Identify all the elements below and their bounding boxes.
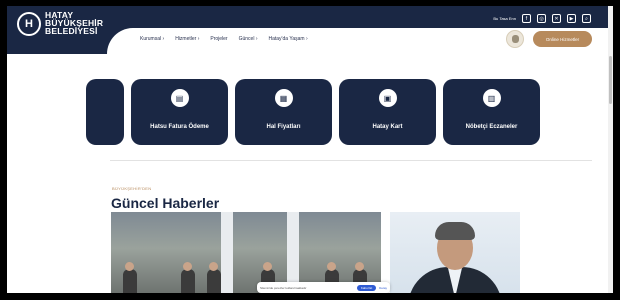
nav-item-hizmetler[interactable]: Hizmetler › bbox=[175, 36, 199, 42]
photo-person-head bbox=[183, 262, 192, 271]
market-icon: ▦ bbox=[274, 89, 293, 107]
logo-line-3: BELEDİYESİ bbox=[45, 25, 98, 36]
card-icon: ▣ bbox=[378, 89, 397, 107]
photo-person-head bbox=[263, 262, 272, 271]
quick-link-hatay-kart[interactable]: ▣ Hatay Kart bbox=[339, 79, 436, 145]
section-divider bbox=[110, 160, 592, 161]
quick-link-nobetci-eczaneler[interactable]: ▥ Nöbetçi Eczaneler bbox=[443, 79, 540, 145]
quick-link-hatsu-fatura[interactable]: ▤ Hatsu Fatura Ödeme bbox=[131, 79, 228, 145]
utility-label[interactable]: Bu Tasa Enn bbox=[493, 16, 516, 21]
logo-text: HATAY BÜYÜKŞEHİR BELEDİYESİ bbox=[45, 11, 103, 36]
scrollbar[interactable] bbox=[608, 6, 613, 293]
quick-link-label: Nöbetçi Eczaneler bbox=[465, 124, 518, 130]
scrollbar-thumb[interactable] bbox=[609, 56, 612, 104]
photo-person-head bbox=[209, 262, 218, 271]
cookie-banner: Sitemizde çerezler kullanılmaktadır Kabu… bbox=[257, 282, 390, 293]
quick-link-card-partial[interactable] bbox=[86, 79, 124, 145]
photo-person-head bbox=[355, 262, 364, 271]
cookie-details-link[interactable]: Detay bbox=[379, 286, 387, 290]
twitter-icon[interactable]: ✕ bbox=[552, 14, 561, 23]
photo-person-head bbox=[125, 262, 134, 271]
mayor-avatar[interactable] bbox=[506, 30, 524, 48]
cookie-text: Sitemizde çerezler kullanılmaktadır bbox=[260, 285, 307, 290]
site-logo[interactable]: H HATAY BÜYÜKŞEHİR BELEDİYESİ bbox=[17, 11, 103, 36]
instagram-icon[interactable]: ◎ bbox=[537, 14, 546, 23]
quick-link-label: Hatsu Fatura Ödeme bbox=[150, 124, 209, 130]
facebook-icon[interactable]: f bbox=[522, 14, 531, 23]
photo-person bbox=[207, 269, 221, 293]
main-nav: Kurumsal › Hizmetler › Projeler Güncel ›… bbox=[140, 36, 308, 42]
search-icon[interactable]: ⌕ bbox=[582, 14, 591, 23]
news-kicker: BÜYÜKŞEHİR'DEN bbox=[112, 186, 152, 191]
photo-person-head bbox=[327, 262, 336, 271]
cookie-accept-button[interactable]: Kabul Et bbox=[356, 284, 377, 291]
nav-item-projeler[interactable]: Projeler bbox=[210, 36, 227, 42]
flag-pole bbox=[287, 212, 299, 293]
online-services-button[interactable]: Online Hizmetler bbox=[533, 31, 592, 47]
photo-person bbox=[123, 269, 137, 293]
invoice-icon: ▤ bbox=[170, 89, 189, 107]
mayor-photo[interactable] bbox=[390, 212, 520, 293]
youtube-icon[interactable]: ▶ bbox=[567, 14, 576, 23]
pharmacy-icon: ▥ bbox=[482, 89, 501, 107]
news-photo[interactable] bbox=[111, 212, 381, 293]
photo-hair bbox=[435, 222, 475, 240]
logo-emblem-icon: H bbox=[17, 12, 41, 36]
quick-link-label: Hal Fiyatları bbox=[266, 124, 301, 130]
news-section-title: Güncel Haberler bbox=[111, 195, 220, 211]
nav-item-hatayda-yasam[interactable]: Hatay'da Yaşam › bbox=[269, 36, 308, 42]
browser-viewport: H HATAY BÜYÜKŞEHİR BELEDİYESİ Bu Tasa En… bbox=[7, 6, 613, 293]
quick-link-hal-fiyatlari[interactable]: ▦ Hal Fiyatları bbox=[235, 79, 332, 145]
quick-link-label: Hatay Kart bbox=[372, 124, 403, 130]
nav-item-kurumsal[interactable]: Kurumsal › bbox=[140, 36, 164, 42]
flag-pole bbox=[221, 212, 233, 293]
photo-person bbox=[181, 269, 195, 293]
nav-item-guncel[interactable]: Güncel › bbox=[239, 36, 258, 42]
utility-bar: Bu Tasa Enn f ◎ ✕ ▶ ⌕ bbox=[493, 14, 591, 23]
